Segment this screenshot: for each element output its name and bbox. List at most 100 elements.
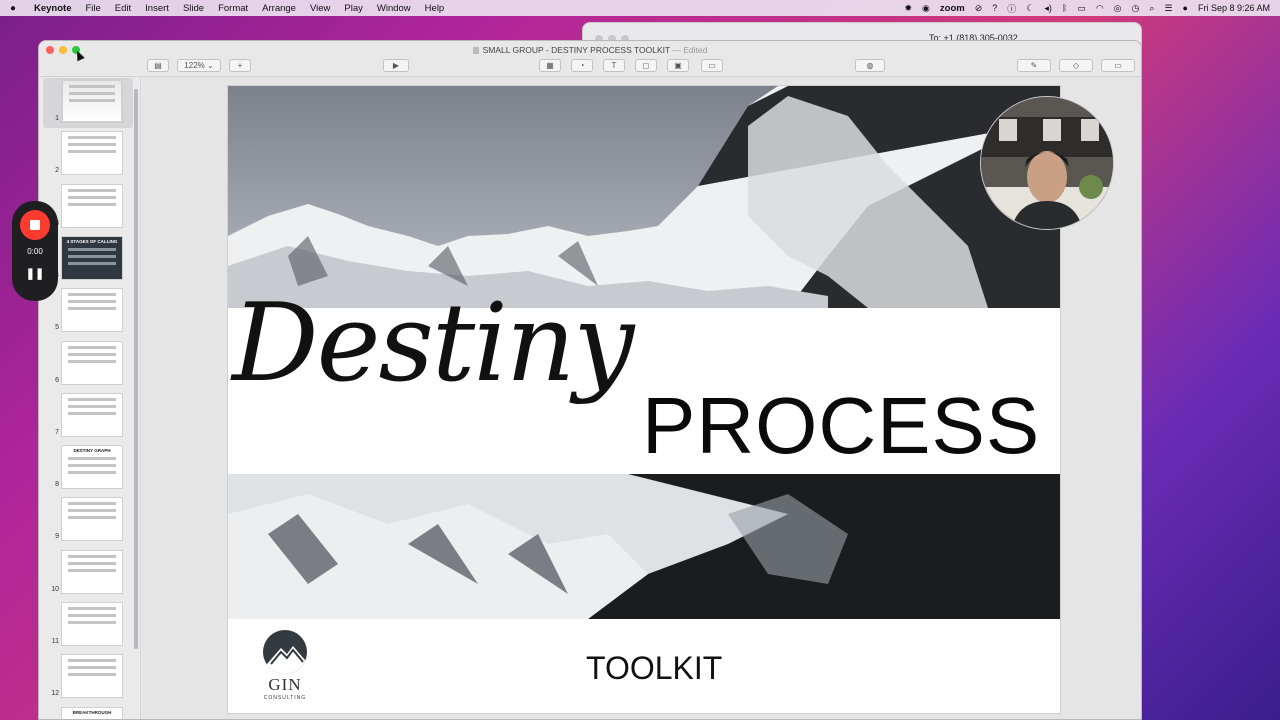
collaborate-icon: ◍ [866, 61, 874, 70]
thumbnail-content [68, 666, 116, 670]
logo-gin-text: GIN [268, 675, 302, 694]
compass-icon[interactable]: ⊘ [975, 3, 983, 14]
gin-consulting-logo[interactable]: GIN CONSULTING [260, 630, 310, 701]
menu-help[interactable]: Help [425, 3, 445, 14]
control-center-icon[interactable]: ☰ [1164, 3, 1172, 14]
info-icon[interactable]: ⓘ [1007, 2, 1016, 15]
slide-subtitle[interactable]: TOOLKIT [586, 650, 722, 687]
menu-edit[interactable]: Edit [115, 3, 131, 14]
slide-thumbnail[interactable]: DESTINY GRAPH [61, 445, 123, 490]
shape-icon: ◻ [642, 61, 650, 70]
volume-icon[interactable]: ◂) [1044, 3, 1052, 14]
menu-insert[interactable]: Insert [145, 3, 169, 14]
thumbnail-content [68, 568, 116, 572]
siri-icon[interactable]: ● [1183, 3, 1188, 13]
menu-bar: ● Keynote File Edit Insert Slide Format … [0, 0, 1280, 16]
grammarly-icon[interactable]: ◉ [922, 3, 930, 14]
search-icon[interactable]: ⌕ [1149, 3, 1154, 14]
format-button[interactable]: ✎ [1017, 59, 1051, 72]
thumbnail-content [68, 554, 116, 558]
menu-play[interactable]: Play [344, 3, 362, 14]
chart-button[interactable]: ◔ [571, 59, 593, 72]
slide-number: 7 [55, 428, 59, 436]
slide-thumbnail[interactable] [61, 288, 123, 333]
shape-button[interactable]: ◻ [635, 59, 657, 72]
slide-thumbnail[interactable] [61, 497, 123, 542]
menu-slide[interactable]: Slide [183, 3, 204, 14]
navigator-scrollbar[interactable] [134, 89, 138, 649]
slide-thumbnail[interactable]: BREAKTHROUGH [61, 706, 123, 719]
slide-thumbnail[interactable] [61, 340, 123, 385]
slide-thumbnail[interactable] [61, 131, 123, 176]
bluetooth-icon[interactable]: ᛒ [1062, 3, 1067, 13]
slide-navigator[interactable]: 1234 STAGES OF CALLING4567DESTINY GRAPH8… [39, 77, 141, 719]
zoom-menu-item[interactable]: zoom [940, 3, 965, 14]
slide[interactable]: Destiny PROCESS GIN CONSULTING TOOLKIT [228, 86, 1060, 713]
thumbnail-content [68, 345, 116, 349]
battery-icon[interactable]: ▭ [1077, 3, 1086, 14]
add-slide-button[interactable]: + [229, 59, 251, 72]
table-button[interactable]: ▦ [539, 59, 561, 72]
slide-script-title[interactable]: Destiny [232, 290, 634, 398]
slide-number: 8 [55, 481, 59, 489]
menubar-clock[interactable]: Fri Sep 8 9:26 AM [1198, 3, 1270, 13]
menu-arrange[interactable]: Arrange [262, 3, 296, 14]
animate-button[interactable]: ◇ [1059, 59, 1093, 72]
slide-number: 5 [55, 324, 59, 332]
slide-thumbnail[interactable] [61, 549, 123, 594]
thumbnail-content [68, 659, 116, 663]
thumbnail-content [68, 300, 116, 304]
slide-thumbnail[interactable] [61, 654, 123, 699]
sidebar-icon: ▤ [154, 61, 162, 70]
recording-timer: 0:00 [27, 247, 43, 256]
mountain-image-bottom[interactable] [228, 474, 1060, 619]
zoom-dropdown[interactable]: 122% ⌄ [177, 59, 221, 72]
slide-thumbnail[interactable]: 4 STAGES OF CALLING [61, 235, 123, 280]
collaborate-button[interactable]: ◍ [855, 59, 885, 72]
slide-thumbnail-label: DESTINY GRAPH [73, 448, 111, 454]
thumbnail-content [68, 516, 116, 520]
screen-recorder-widget: 0:00 ❚❚ [12, 201, 58, 301]
user-icon[interactable]: ◎ [1114, 3, 1122, 14]
animate-icon: ◇ [1072, 61, 1080, 70]
wifi-icon[interactable]: ◠ [1096, 3, 1104, 14]
play-button[interactable]: ▶ [383, 59, 409, 72]
thumbnail-content [68, 502, 116, 506]
keynote-window: SMALL GROUP - DESTINY PROCESS TOOLKIT — … [38, 40, 1142, 720]
menu-file[interactable]: File [85, 3, 100, 14]
slide-thumbnail[interactable] [61, 79, 123, 123]
menu-view[interactable]: View [310, 3, 330, 14]
thumbnail-content [68, 404, 116, 408]
text-icon: T [611, 61, 617, 70]
slide-number: 1 [55, 115, 59, 122]
webcam-overlay[interactable] [980, 96, 1114, 230]
thumbnail-content [68, 202, 116, 206]
comment-button[interactable]: ▭ [701, 59, 723, 72]
pause-recording-button[interactable]: ❚❚ [12, 267, 58, 280]
play-icon: ▶ [392, 61, 400, 70]
thumbnail-content [68, 621, 116, 624]
menu-format[interactable]: Format [218, 3, 248, 14]
thumbnail-content [68, 397, 116, 401]
thumbnail-content [69, 99, 115, 102]
title-bar: SMALL GROUP - DESTINY PROCESS TOOLKIT — … [39, 41, 1141, 77]
thumbnail-content [68, 136, 116, 140]
slide-thumbnail[interactable] [61, 602, 123, 646]
text-button[interactable]: T [603, 59, 625, 72]
gear-icon[interactable]: ✹ [905, 3, 913, 14]
view-button[interactable]: ▤ [147, 59, 169, 72]
slide-thumbnail[interactable] [61, 183, 123, 228]
time-machine-icon[interactable]: ◷ [1132, 3, 1140, 14]
stop-recording-button[interactable] [20, 210, 50, 240]
slide-thumbnail[interactable] [61, 392, 123, 437]
media-button[interactable]: ▣ [667, 59, 689, 72]
apple-icon[interactable]: ● [10, 3, 24, 14]
slide-title[interactable]: PROCESS [642, 386, 1040, 466]
help-icon[interactable]: ? [992, 3, 997, 13]
moon-icon[interactable]: ☾ [1026, 3, 1034, 14]
menu-app-keynote[interactable]: Keynote [34, 3, 71, 14]
thumbnail-content [68, 359, 116, 363]
document-button[interactable]: ▭ [1101, 59, 1135, 72]
menu-window[interactable]: Window [377, 3, 411, 14]
mountain-image-top[interactable] [228, 86, 1060, 308]
